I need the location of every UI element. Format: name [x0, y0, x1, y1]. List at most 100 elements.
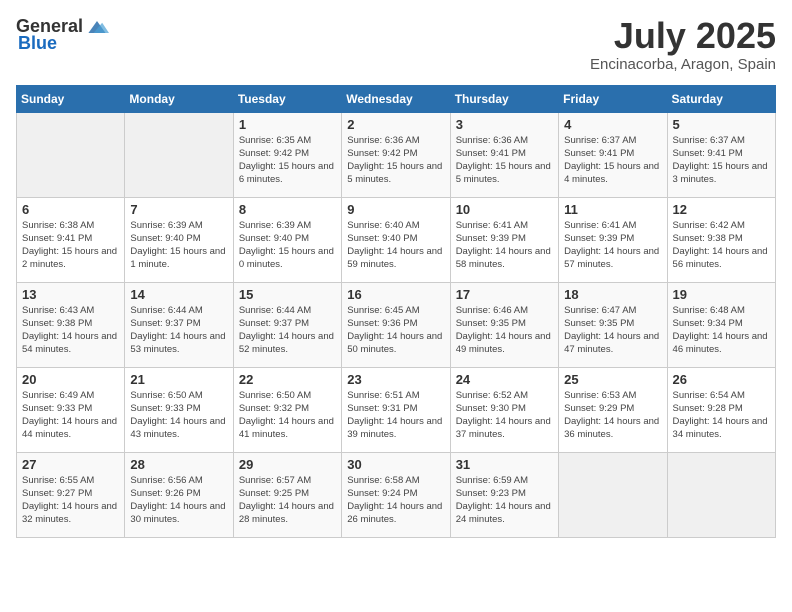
header-tuesday: Tuesday: [233, 85, 341, 112]
day-number: 13: [22, 287, 119, 302]
day-number: 11: [564, 202, 661, 217]
calendar-week-row: 6 Sunrise: 6:38 AMSunset: 9:41 PMDaylight…: [17, 197, 776, 282]
day-info: Sunrise: 6:51 AMSunset: 9:31 PMDaylight:…: [347, 389, 444, 442]
calendar-cell: 31 Sunrise: 6:59 AMSunset: 9:23 PMDayligh…: [450, 452, 558, 537]
day-info: Sunrise: 6:41 AMSunset: 9:39 PMDaylight:…: [564, 219, 661, 272]
day-info: Sunrise: 6:37 AMSunset: 9:41 PMDaylight:…: [673, 134, 770, 187]
day-info: Sunrise: 6:44 AMSunset: 9:37 PMDaylight:…: [130, 304, 227, 357]
day-info: Sunrise: 6:55 AMSunset: 9:27 PMDaylight:…: [22, 474, 119, 527]
day-info: Sunrise: 6:58 AMSunset: 9:24 PMDaylight:…: [347, 474, 444, 527]
calendar-cell: 22Sunrise: 6:50 AMSunset: 9:32 PMDayligh…: [233, 367, 341, 452]
day-number: 8: [239, 202, 336, 217]
calendar-cell: [667, 452, 775, 537]
calendar-cell: 23 Sunrise: 6:51 AMSunset: 9:31 PMDayligh…: [342, 367, 450, 452]
header-sunday: Sunday: [17, 85, 125, 112]
calendar-cell: 28Sunrise: 6:56 AMSunset: 9:26 PMDayligh…: [125, 452, 233, 537]
day-info: Sunrise: 6:56 AMSunset: 9:26 PMDaylight:…: [130, 474, 227, 527]
title-block: July 2025 Encinacorba, Aragon, Spain: [590, 16, 776, 73]
day-info: Sunrise: 6:36 AMSunset: 9:41 PMDaylight:…: [456, 134, 553, 187]
day-info: Sunrise: 6:43 AMSunset: 9:38 PMDaylight:…: [22, 304, 119, 357]
day-info: Sunrise: 6:59 AMSunset: 9:23 PMDaylight:…: [456, 474, 553, 527]
calendar-cell: 25Sunrise: 6:53 AMSunset: 9:29 PMDayligh…: [559, 367, 667, 452]
calendar-cell: 2 Sunrise: 6:36 AMSunset: 9:42 PMDaylight…: [342, 112, 450, 197]
day-info: Sunrise: 6:36 AMSunset: 9:42 PMDaylight:…: [347, 134, 444, 187]
day-info: Sunrise: 6:39 AMSunset: 9:40 PMDaylight:…: [239, 219, 336, 272]
day-number: 27: [22, 457, 119, 472]
calendar-cell: 6 Sunrise: 6:38 AMSunset: 9:41 PMDaylight…: [17, 197, 125, 282]
calendar-cell: 30 Sunrise: 6:58 AMSunset: 9:24 PMDayligh…: [342, 452, 450, 537]
calendar-cell: 3 Sunrise: 6:36 AMSunset: 9:41 PMDaylight…: [450, 112, 558, 197]
calendar-cell: [125, 112, 233, 197]
day-info: Sunrise: 6:37 AMSunset: 9:41 PMDaylight:…: [564, 134, 661, 187]
day-number: 31: [456, 457, 553, 472]
calendar-cell: 14Sunrise: 6:44 AMSunset: 9:37 PMDayligh…: [125, 282, 233, 367]
calendar-cell: 16 Sunrise: 6:45 AMSunset: 9:36 PMDayligh…: [342, 282, 450, 367]
day-number: 24: [456, 372, 553, 387]
day-number: 15: [239, 287, 336, 302]
day-number: 23: [347, 372, 444, 387]
day-info: Sunrise: 6:53 AMSunset: 9:29 PMDaylight:…: [564, 389, 661, 442]
day-info: Sunrise: 6:40 AMSunset: 9:40 PMDaylight:…: [347, 219, 444, 272]
month-title: July 2025: [590, 16, 776, 56]
calendar-cell: 11 Sunrise: 6:41 AMSunset: 9:39 PMDayligh…: [559, 197, 667, 282]
day-number: 12: [673, 202, 770, 217]
logo: General Blue: [16, 16, 109, 54]
day-info: Sunrise: 6:39 AMSunset: 9:40 PMDaylight:…: [130, 219, 227, 272]
calendar-cell: 29Sunrise: 6:57 AMSunset: 9:25 PMDayligh…: [233, 452, 341, 537]
day-number: 16: [347, 287, 444, 302]
day-number: 1: [239, 117, 336, 132]
logo-icon: [85, 17, 109, 37]
day-number: 9: [347, 202, 444, 217]
day-info: Sunrise: 6:50 AMSunset: 9:33 PMDaylight:…: [130, 389, 227, 442]
logo-blue-text: Blue: [18, 33, 57, 54]
day-number: 6: [22, 202, 119, 217]
calendar-cell: [17, 112, 125, 197]
day-number: 18: [564, 287, 661, 302]
day-info: Sunrise: 6:46 AMSunset: 9:35 PMDaylight:…: [456, 304, 553, 357]
day-info: Sunrise: 6:49 AMSunset: 9:33 PMDaylight:…: [22, 389, 119, 442]
calendar-week-row: 13 Sunrise: 6:43 AMSunset: 9:38 PMDayligh…: [17, 282, 776, 367]
day-info: Sunrise: 6:38 AMSunset: 9:41 PMDaylight:…: [22, 219, 119, 272]
calendar-cell: 24 Sunrise: 6:52 AMSunset: 9:30 PMDayligh…: [450, 367, 558, 452]
day-number: 30: [347, 457, 444, 472]
calendar-cell: 27 Sunrise: 6:55 AMSunset: 9:27 PMDayligh…: [17, 452, 125, 537]
day-info: Sunrise: 6:47 AMSunset: 9:35 PMDaylight:…: [564, 304, 661, 357]
calendar-cell: 15Sunrise: 6:44 AMSunset: 9:37 PMDayligh…: [233, 282, 341, 367]
day-number: 4: [564, 117, 661, 132]
calendar-header-row: SundayMondayTuesdayWednesdayThursdayFrid…: [17, 85, 776, 112]
calendar-cell: 4 Sunrise: 6:37 AMSunset: 9:41 PMDaylight…: [559, 112, 667, 197]
day-number: 2: [347, 117, 444, 132]
header-wednesday: Wednesday: [342, 85, 450, 112]
calendar-cell: 18 Sunrise: 6:47 AMSunset: 9:35 PMDayligh…: [559, 282, 667, 367]
day-info: Sunrise: 6:35 AMSunset: 9:42 PMDaylight:…: [239, 134, 336, 187]
day-info: Sunrise: 6:42 AMSunset: 9:38 PMDaylight:…: [673, 219, 770, 272]
day-info: Sunrise: 6:52 AMSunset: 9:30 PMDaylight:…: [456, 389, 553, 442]
day-info: Sunrise: 6:41 AMSunset: 9:39 PMDaylight:…: [456, 219, 553, 272]
day-number: 3: [456, 117, 553, 132]
calendar-cell: 12 Sunrise: 6:42 AMSunset: 9:38 PMDayligh…: [667, 197, 775, 282]
page-header: General Blue July 2025 Encinacorba, Arag…: [16, 16, 776, 73]
day-number: 21: [130, 372, 227, 387]
calendar-cell: 21 Sunrise: 6:50 AMSunset: 9:33 PMDayligh…: [125, 367, 233, 452]
calendar-cell: 7 Sunrise: 6:39 AMSunset: 9:40 PMDaylight…: [125, 197, 233, 282]
calendar-cell: 5Sunrise: 6:37 AMSunset: 9:41 PMDaylight…: [667, 112, 775, 197]
day-info: Sunrise: 6:50 AMSunset: 9:32 PMDaylight:…: [239, 389, 336, 442]
header-thursday: Thursday: [450, 85, 558, 112]
calendar-cell: 8 Sunrise: 6:39 AMSunset: 9:40 PMDaylight…: [233, 197, 341, 282]
day-number: 17: [456, 287, 553, 302]
calendar-cell: 20Sunrise: 6:49 AMSunset: 9:33 PMDayligh…: [17, 367, 125, 452]
day-info: Sunrise: 6:45 AMSunset: 9:36 PMDaylight:…: [347, 304, 444, 357]
calendar-cell: 10Sunrise: 6:41 AMSunset: 9:39 PMDayligh…: [450, 197, 558, 282]
calendar-week-row: 20Sunrise: 6:49 AMSunset: 9:33 PMDayligh…: [17, 367, 776, 452]
calendar-week-row: 27 Sunrise: 6:55 AMSunset: 9:27 PMDayligh…: [17, 452, 776, 537]
day-number: 7: [130, 202, 227, 217]
calendar-cell: 9 Sunrise: 6:40 AMSunset: 9:40 PMDaylight…: [342, 197, 450, 282]
calendar-cell: 19Sunrise: 6:48 AMSunset: 9:34 PMDayligh…: [667, 282, 775, 367]
calendar-cell: 1 Sunrise: 6:35 AMSunset: 9:42 PMDaylight…: [233, 112, 341, 197]
calendar-cell: 13 Sunrise: 6:43 AMSunset: 9:38 PMDayligh…: [17, 282, 125, 367]
day-number: 26: [673, 372, 770, 387]
day-info: Sunrise: 6:54 AMSunset: 9:28 PMDaylight:…: [673, 389, 770, 442]
day-number: 19: [673, 287, 770, 302]
calendar-cell: 26 Sunrise: 6:54 AMSunset: 9:28 PMDayligh…: [667, 367, 775, 452]
calendar-cell: 17 Sunrise: 6:46 AMSunset: 9:35 PMDayligh…: [450, 282, 558, 367]
